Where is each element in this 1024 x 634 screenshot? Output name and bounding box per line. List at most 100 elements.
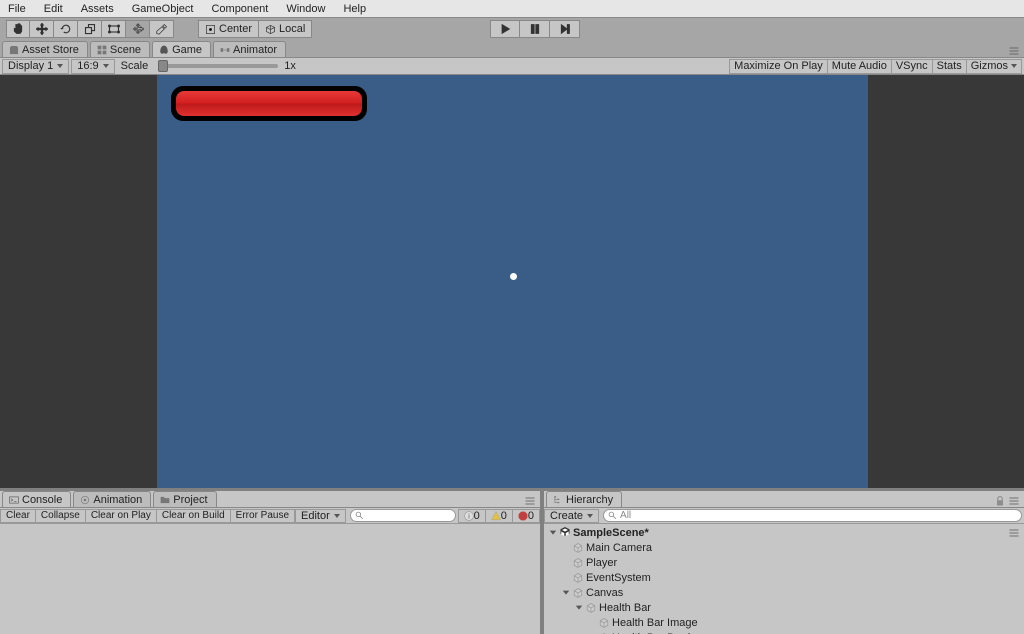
maximize-on-play-toggle[interactable]: Maximize On Play <box>729 59 828 74</box>
gameobject-icon <box>572 572 584 584</box>
menu-assets[interactable]: Assets <box>77 2 118 16</box>
tree-row[interactable]: Health Bar <box>544 600 1024 615</box>
game-view-area <box>0 75 1024 488</box>
center-icon <box>205 24 216 35</box>
console-error-pause-button[interactable]: Error Pause <box>231 509 295 523</box>
console-info-count[interactable]: i 0 <box>458 509 486 523</box>
unity-logo-icon <box>559 527 571 539</box>
scale-thumb[interactable] <box>158 60 168 72</box>
tools-icon <box>156 23 168 35</box>
tab-game[interactable]: Game <box>152 41 211 57</box>
rotate-tool-button[interactable] <box>54 20 78 38</box>
hierarchy-create-dropdown[interactable]: Create <box>544 509 599 523</box>
scene-name-label: SampleScene* <box>573 527 649 539</box>
error-icon <box>518 511 528 521</box>
pause-icon <box>529 23 541 35</box>
tab-project[interactable]: Project <box>153 491 216 507</box>
tab-animator[interactable]: Animator <box>213 41 286 57</box>
scale-tool-button[interactable] <box>78 20 102 38</box>
tab-animation-label: Animation <box>93 494 142 506</box>
menu-window[interactable]: Window <box>282 2 329 16</box>
play-button[interactable] <box>490 20 520 38</box>
console-clear-button[interactable]: Clear <box>0 509 36 523</box>
pivot-center-button[interactable]: Center <box>198 20 259 38</box>
menu-file[interactable]: File <box>4 2 30 16</box>
pivot-local-button[interactable]: Local <box>259 20 312 38</box>
console-clear-on-build-button[interactable]: Clear on Build <box>157 509 231 523</box>
transform-tool-button[interactable] <box>126 20 150 38</box>
tree-row[interactable]: Health Bar Image <box>544 615 1024 630</box>
hierarchy-search-input[interactable]: All <box>603 509 1022 522</box>
panel-options-icon[interactable] <box>1008 45 1020 57</box>
display-dropdown[interactable]: Display 1 <box>2 59 69 74</box>
stats-toggle[interactable]: Stats <box>933 59 967 74</box>
menubar: File Edit Assets GameObject Component Wi… <box>0 0 1024 18</box>
tab-animation[interactable]: Animation <box>73 491 151 507</box>
scale-label: Scale <box>121 60 149 72</box>
console-collapse-button[interactable]: Collapse <box>36 509 86 523</box>
tree-row[interactable]: EventSystem <box>544 570 1024 585</box>
console-editor-dropdown[interactable]: Editor <box>295 509 346 523</box>
rect-tool-button[interactable] <box>102 20 126 38</box>
hand-icon <box>12 23 24 35</box>
pause-button[interactable] <box>520 20 550 38</box>
mute-label: Mute Audio <box>832 60 887 72</box>
aspect-dropdown[interactable]: 16:9 <box>71 59 114 74</box>
gizmos-dropdown[interactable]: Gizmos <box>967 59 1022 74</box>
warn-icon <box>491 511 501 521</box>
foldout-icon[interactable] <box>548 528 557 537</box>
scene-options-icon[interactable] <box>1008 527 1020 539</box>
warn-count-label: 0 <box>501 510 507 522</box>
hierarchy-panel: Hierarchy Create All SampleScene* <box>544 491 1024 634</box>
tab-hierarchy[interactable]: Hierarchy <box>546 491 622 507</box>
aspect-label: 16:9 <box>77 60 98 72</box>
menu-gameobject[interactable]: GameObject <box>128 2 198 16</box>
tab-asset-store[interactable]: Asset Store <box>2 41 88 57</box>
search-icon <box>355 511 364 520</box>
tree-row[interactable]: Health Bar Border <box>544 630 1024 634</box>
tab-console[interactable]: Console <box>2 491 71 507</box>
tree-row[interactable]: Player <box>544 555 1024 570</box>
gameobject-icon <box>598 617 610 629</box>
console-error-count[interactable]: 0 <box>513 509 540 523</box>
gizmos-label: Gizmos <box>971 60 1008 72</box>
mute-audio-toggle[interactable]: Mute Audio <box>828 59 892 74</box>
console-warn-count[interactable]: 0 <box>486 509 513 523</box>
tree-row[interactable]: Canvas <box>544 585 1024 600</box>
panel-lock-icon[interactable] <box>994 495 1006 507</box>
error-count-label: 0 <box>528 510 534 522</box>
console-panel: Console Animation Project Clear Collapse… <box>0 491 540 634</box>
console-clear-on-play-button[interactable]: Clear on Play <box>86 509 157 523</box>
console-body[interactable] <box>0 524 540 634</box>
hierarchy-icon <box>553 495 563 505</box>
game-canvas[interactable] <box>157 75 868 488</box>
move-tool-button[interactable] <box>30 20 54 38</box>
menu-help[interactable]: Help <box>339 2 370 16</box>
custom-tool-button[interactable] <box>150 20 174 38</box>
tab-scene[interactable]: Scene <box>90 41 150 57</box>
display-label: Display 1 <box>8 60 53 72</box>
step-button[interactable] <box>550 20 580 38</box>
panel-options-icon[interactable] <box>1008 495 1020 507</box>
tab-console-label: Console <box>22 494 62 506</box>
rect-icon <box>108 23 120 35</box>
game-icon <box>159 45 169 55</box>
pivot-local-label: Local <box>279 23 305 35</box>
menu-component[interactable]: Component <box>207 2 272 16</box>
tree-row-scene[interactable]: SampleScene* <box>544 525 1024 540</box>
tab-scene-label: Scene <box>110 44 141 56</box>
scale-slider[interactable] <box>158 64 278 68</box>
menu-edit[interactable]: Edit <box>40 2 67 16</box>
hierarchy-tree[interactable]: SampleScene* Main Camera Player EventSys… <box>544 524 1024 634</box>
hand-tool-button[interactable] <box>6 20 30 38</box>
console-search-input[interactable] <box>350 509 456 522</box>
foldout-icon[interactable] <box>561 588 570 597</box>
panel-options-icon[interactable] <box>524 495 536 507</box>
tree-row[interactable]: Main Camera <box>544 540 1024 555</box>
tab-project-label: Project <box>173 494 207 506</box>
stats-label: Stats <box>937 60 962 72</box>
pivot-controls: Center Local <box>198 20 312 38</box>
foldout-icon[interactable] <box>574 603 583 612</box>
maximize-label: Maximize On Play <box>734 60 823 72</box>
vsync-toggle[interactable]: VSync <box>892 59 933 74</box>
